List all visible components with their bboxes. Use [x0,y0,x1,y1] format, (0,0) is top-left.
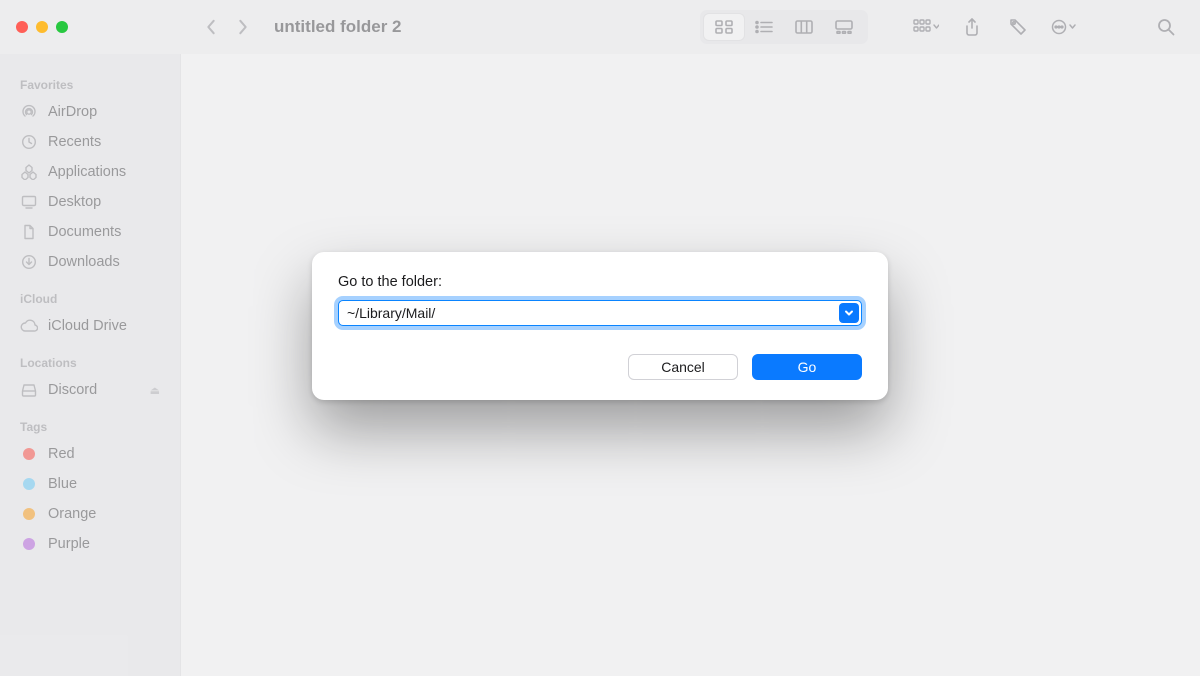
path-dropdown-button[interactable] [839,303,859,323]
go-to-folder-dialog: Go to the folder: Cancel Go [0,0,1200,676]
path-combobox [338,300,862,326]
path-input[interactable] [338,300,862,326]
cancel-button[interactable]: Cancel [628,354,738,380]
dialog-buttons: Cancel Go [338,354,862,380]
chevron-down-icon [844,308,854,318]
go-button[interactable]: Go [752,354,862,380]
dialog-panel: Go to the folder: Cancel Go [312,252,888,400]
dialog-label: Go to the folder: [338,274,862,290]
